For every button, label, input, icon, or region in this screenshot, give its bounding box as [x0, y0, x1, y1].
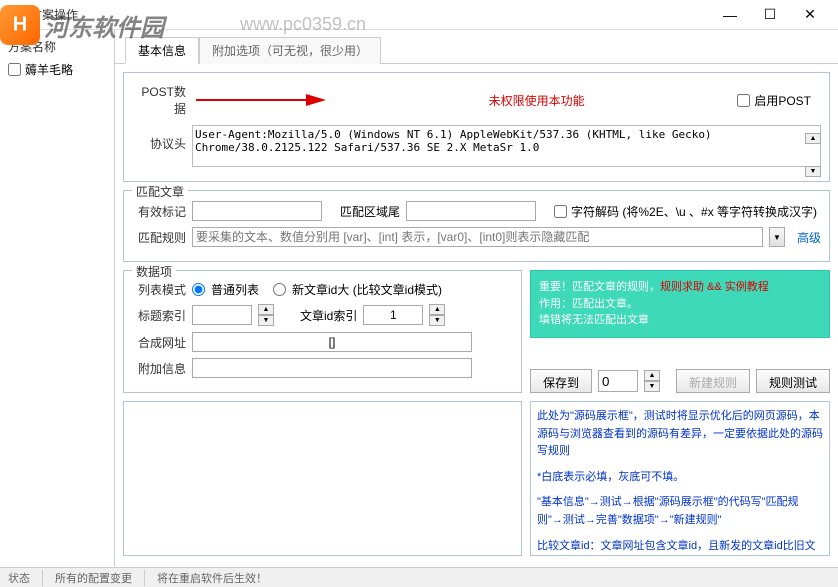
tab-extra-options[interactable]: 附加选项（可无视，很少用） — [199, 37, 381, 64]
status-label: 状态 — [8, 570, 43, 586]
source-display-box[interactable] — [123, 401, 522, 556]
window-title: 方案操作 — [30, 6, 710, 23]
title-index-label: 标题索引 — [132, 307, 186, 324]
extra-info-input[interactable] — [192, 358, 472, 378]
tab-basic-info[interactable]: 基本信息 — [125, 37, 199, 64]
area-tail-input[interactable] — [406, 201, 536, 221]
char-decode[interactable]: 字符解码 (将%2E、\u 、#x 等字符转换成汉字) — [554, 203, 817, 220]
sidebar-item[interactable]: 薅羊毛略 — [4, 59, 110, 80]
test-rule-button[interactable]: 规则测试 — [756, 369, 830, 393]
app-icon — [8, 7, 24, 23]
article-id-index-input[interactable] — [363, 305, 423, 325]
match-group-label: 匹配文章 — [132, 183, 188, 200]
close-button[interactable]: ✕ — [790, 1, 830, 29]
radio-new-id[interactable]: 新文章id大 (比较文章id模式) — [273, 281, 442, 298]
match-rule-label: 匹配规则 — [132, 229, 186, 246]
unauth-text: 未权限使用本功能 — [336, 92, 737, 109]
scroll-up-icon[interactable]: ▲ — [805, 133, 821, 144]
advanced-link[interactable]: 高级 — [797, 229, 821, 246]
valid-mark-input[interactable] — [192, 201, 322, 221]
maximize-button[interactable]: ☐ — [750, 1, 790, 29]
scroll-down-icon[interactable]: ▼ — [805, 166, 821, 177]
valid-mark-label: 有效标记 — [132, 203, 186, 220]
synth-url-label: 合成网址 — [132, 334, 186, 351]
sidebar: 方案名称 薅羊毛略 — [0, 30, 115, 567]
save-idx-up[interactable]: ▲ — [644, 370, 660, 381]
enable-post-checkbox[interactable] — [737, 94, 750, 107]
synth-url-input[interactable] — [192, 332, 472, 352]
minimize-button[interactable]: — — [710, 1, 750, 29]
statusbar: 状态 所有的配置变更 将在重启软件后生效！ — [0, 567, 838, 587]
tabs: 基本信息 附加选项（可无视，很少用） — [115, 36, 838, 64]
sidebar-header: 方案名称 — [4, 34, 110, 59]
status-msg2: 将在重启软件后生效！ — [157, 570, 279, 586]
article-idx-down[interactable]: ▼ — [429, 315, 445, 326]
sidebar-item-label: 薅羊毛略 — [25, 61, 73, 78]
post-data-label: POST数据 — [132, 83, 186, 117]
title-idx-down[interactable]: ▼ — [258, 315, 274, 326]
title-idx-up[interactable]: ▲ — [258, 304, 274, 315]
area-tail-label: 匹配区域尾 — [340, 203, 400, 220]
help-text-box: 此处为"源码展示框"，测试时将显示优化后的网页源码，本源码与浏览器查看到的源码有… — [530, 401, 830, 556]
radio-normal-input[interactable] — [192, 283, 205, 296]
match-rule-input[interactable] — [192, 227, 763, 247]
save-idx-down[interactable]: ▼ — [644, 381, 660, 392]
extra-info-label: 附加信息 — [132, 360, 186, 377]
protocol-label: 协议头 — [132, 125, 186, 152]
list-mode-label: 列表模式 — [132, 281, 186, 298]
tip-box: 重要！匹配文章的规则，规则求助 && 实例教程 作用：匹配出文章。 填错将无法匹… — [530, 270, 830, 338]
enable-post[interactable]: 启用POST — [737, 92, 811, 109]
radio-newid-input[interactable] — [273, 283, 286, 296]
article-idx-up[interactable]: ▲ — [429, 304, 445, 315]
arrow-icon — [196, 90, 336, 110]
status-msg1: 所有的配置变更 — [55, 570, 145, 586]
radio-normal-list[interactable]: 普通列表 — [192, 281, 259, 298]
char-decode-checkbox[interactable] — [554, 205, 567, 218]
article-id-index-label: 文章id索引 — [300, 307, 357, 324]
data-item-label: 数据项 — [132, 263, 176, 280]
sidebar-item-checkbox[interactable] — [8, 63, 21, 76]
new-rule-button[interactable]: 新建规则 — [676, 369, 750, 393]
title-index-input[interactable] — [192, 305, 252, 325]
protocol-header-input[interactable] — [192, 125, 821, 167]
watermark-url: www.pc0359.cn — [240, 14, 366, 35]
save-to-button[interactable]: 保存到 — [530, 369, 592, 393]
match-rule-dropdown[interactable]: ▼ — [769, 227, 785, 247]
save-index-input[interactable] — [598, 370, 638, 392]
